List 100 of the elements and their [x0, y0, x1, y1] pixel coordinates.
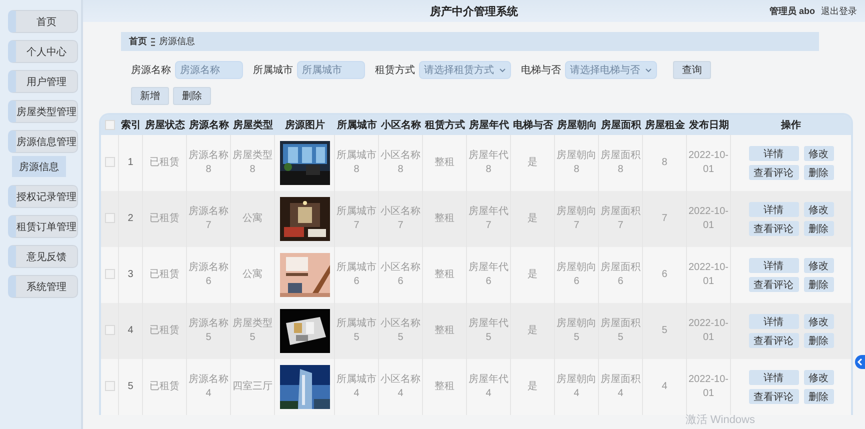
breadcrumb-link[interactable]: 首页: [129, 35, 147, 48]
table-cell: 房屋年代 8: [467, 135, 511, 191]
column-header: 发布日期: [687, 115, 731, 135]
table-cell: 是: [511, 191, 555, 247]
table-cell: 小区名称 5: [379, 303, 423, 359]
sidebar-item[interactable]: 授权记录管理: [8, 185, 78, 208]
row-action-button[interactable]: 查看评论: [748, 333, 798, 348]
table-cell: 7: [643, 191, 687, 247]
delete-button[interactable]: 删除: [173, 87, 211, 105]
activation-notice: 激活 Windows: [685, 413, 755, 427]
row-action-button[interactable]: 修改: [804, 258, 834, 273]
search-field[interactable]: 房源名称: [175, 61, 243, 79]
table-cell: 所属城市 6: [335, 247, 379, 303]
table-cell: 房屋类型 5: [231, 303, 275, 359]
row-checkbox[interactable]: [104, 325, 114, 336]
table-cell: 小区名称 7: [379, 191, 423, 247]
table-cell: 所属城市 4: [335, 359, 379, 415]
sidebar-item[interactable]: 个人中心: [8, 40, 78, 63]
table-cell: 房源名称 4: [187, 359, 231, 415]
row-action-button[interactable]: 查看评论: [748, 221, 798, 236]
column-header: 房屋租金: [643, 115, 687, 135]
sidebar-item[interactable]: 房源信息管理: [8, 130, 78, 153]
row-action-button[interactable]: 修改: [804, 314, 834, 329]
table-cell: 已租赁: [143, 303, 187, 359]
row-action-button[interactable]: 删除: [804, 333, 834, 348]
table-cell: 所属城市 8: [335, 135, 379, 191]
table-cell: 小区名称 4: [379, 359, 423, 415]
row-action-button[interactable]: 删除: [804, 165, 834, 180]
row-action-button[interactable]: 修改: [804, 370, 834, 385]
row-checkbox[interactable]: [104, 157, 114, 168]
sidebar-subitem[interactable]: 房源信息: [12, 156, 66, 177]
row-action-button[interactable]: 查看评论: [748, 277, 798, 292]
row-action-button[interactable]: 查看评论: [748, 389, 798, 404]
table-cell: 2022-10-01: [687, 191, 731, 247]
table-cell: 房屋朝向 5: [555, 303, 599, 359]
table-cell: 房屋朝向 8: [555, 135, 599, 191]
field-label: 房源名称: [131, 64, 171, 77]
chevron-left-icon: [857, 358, 863, 366]
sidebar-item[interactable]: 用户管理: [8, 70, 78, 93]
sidebar-item[interactable]: 首页: [8, 10, 78, 33]
table-cell: 整租: [423, 303, 467, 359]
search-button[interactable]: 查询: [673, 61, 711, 79]
row-checkbox[interactable]: [104, 213, 114, 224]
table-cell: 2022-10-01: [687, 359, 731, 415]
row-checkbox[interactable]: [104, 269, 114, 280]
row-action-button[interactable]: 详情: [748, 314, 798, 329]
row-action-button[interactable]: 修改: [804, 202, 834, 217]
sidebar-item[interactable]: 意见反馈: [8, 245, 78, 268]
column-header: 房源图片: [275, 115, 335, 135]
row-action-button[interactable]: 详情: [748, 370, 798, 385]
table-cell: 5: [643, 303, 687, 359]
table-cell: 房屋类型 8: [231, 135, 275, 191]
column-header: 小区名称: [379, 115, 423, 135]
row-action-button[interactable]: 删除: [804, 389, 834, 404]
row-action-button[interactable]: 修改: [804, 146, 834, 161]
column-header: 所属城市: [335, 115, 379, 135]
row-action-button[interactable]: 查看评论: [748, 165, 798, 180]
sidebar-item[interactable]: 租赁订单管理: [8, 215, 78, 238]
table-cell: 房源名称 6: [187, 247, 231, 303]
row-action-button[interactable]: 删除: [804, 221, 834, 236]
field-label: 电梯与否: [521, 64, 561, 77]
table-cell: 所属城市 7: [335, 191, 379, 247]
table-cell: 2022-10-01: [687, 247, 731, 303]
column-header: 房屋朝向: [555, 115, 599, 135]
table-cell: 房屋面积 6: [599, 247, 643, 303]
column-header: 房源名称: [187, 115, 231, 135]
table-cell: 已租赁: [143, 191, 187, 247]
sidebar-item[interactable]: 系统管理: [8, 275, 78, 298]
table-cell: 房屋朝向 7: [555, 191, 599, 247]
table-cell: 房屋朝向 6: [555, 247, 599, 303]
table-cell: 2022-10-01: [687, 135, 731, 191]
table-cell: 四室三厅: [231, 359, 275, 415]
select-all-checkbox[interactable]: [105, 120, 115, 130]
table-cell: 房屋面积 8: [599, 135, 643, 191]
table-cell: 房源名称 5: [187, 303, 231, 359]
breadcrumb-current: 房源信息: [159, 35, 195, 48]
row-action-button[interactable]: 详情: [748, 146, 798, 161]
column-header: 索引: [119, 115, 143, 135]
column-header: 操作: [731, 115, 851, 135]
field-label: 租赁方式: [375, 64, 415, 77]
column-header: 房屋状态: [143, 115, 187, 135]
row-checkbox[interactable]: [104, 381, 114, 392]
column-header: 房屋类型: [231, 115, 275, 135]
search-field[interactable]: 所属城市: [297, 61, 365, 79]
table-cell: 小区名称 6: [379, 247, 423, 303]
add-button[interactable]: 新增: [131, 87, 169, 105]
caret-icon: [645, 68, 652, 72]
row-action-button[interactable]: 删除: [804, 277, 834, 292]
table-cell: 房源名称 8: [187, 135, 231, 191]
row-action-button[interactable]: 详情: [748, 202, 798, 217]
sidebar-item[interactable]: 房屋类型管理: [8, 100, 78, 123]
column-header: 房屋面积: [599, 115, 643, 135]
logout-link[interactable]: 退出登录: [821, 5, 857, 18]
side-tab-button[interactable]: [855, 355, 865, 369]
table-cell: 房屋年代 5: [467, 303, 511, 359]
table-cell: 整租: [423, 191, 467, 247]
table-cell: 2: [119, 191, 143, 247]
row-action-button[interactable]: 详情: [748, 258, 798, 273]
table-cell: 房屋年代 4: [467, 359, 511, 415]
table-cell: 房屋年代 7: [467, 191, 511, 247]
